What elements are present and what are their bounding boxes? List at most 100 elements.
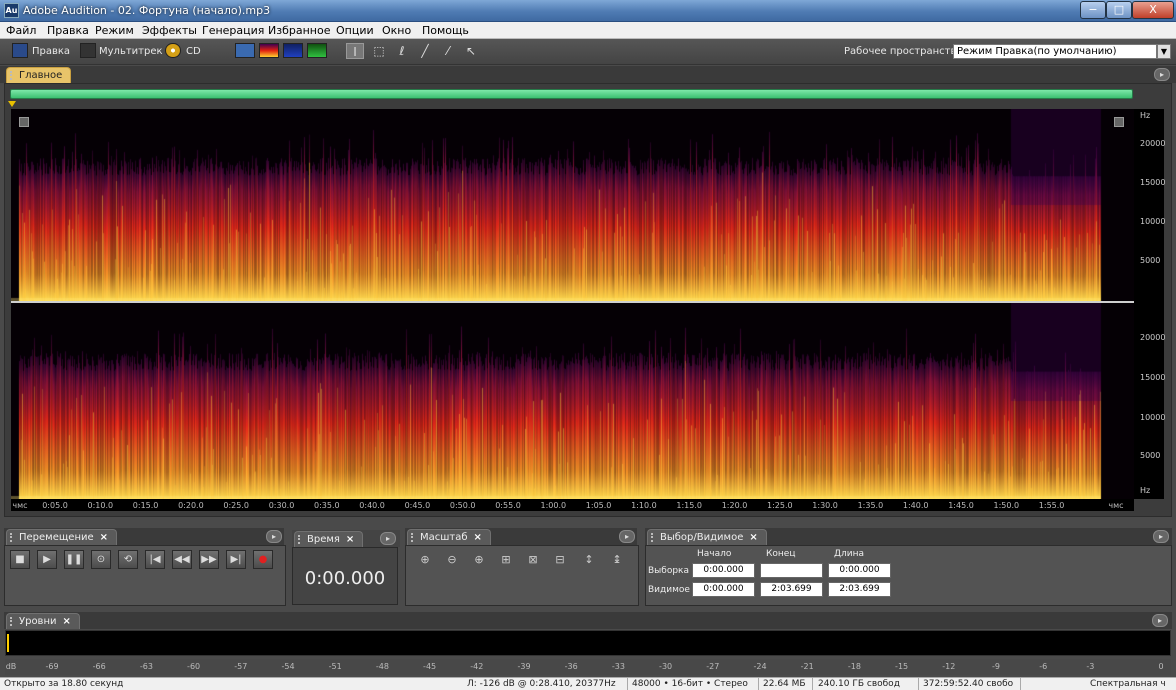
zoom-panel [405,545,639,606]
time-ruler[interactable]: чмс 0:05.0 0:10.0 0:15.0 0:20.0 0:25.0 0:30.0 0… [11,499,1134,511]
close-window-button[interactable]: X [1132,1,1174,19]
tab-main[interactable]: Главное [6,67,72,83]
tab-transport-label: Перемещение [19,532,94,543]
frequency-tick: 20000 [1140,139,1166,148]
edit-view-icon[interactable] [12,43,28,58]
spectral-display-left-channel[interactable] [11,109,1134,301]
tab-levels[interactable]: Уровни × [6,613,80,629]
close-icon[interactable]: × [100,532,108,543]
scrub-tool-icon[interactable]: ↖ [462,43,480,59]
fast-forward-button[interactable]: ▶▶ [199,550,219,569]
zoom-selection-icon[interactable]: ⊠ [524,552,542,568]
tab-time[interactable]: Время × [294,531,364,547]
channel-toggle-icon[interactable] [1114,117,1124,127]
main-panel-menu-icon[interactable]: ▸ [1154,68,1170,81]
close-icon[interactable]: × [346,534,354,545]
tab-transport[interactable]: Перемещение × [6,529,118,545]
frequency-tick: 15000 [1140,373,1166,382]
panel-menu-icon[interactable]: ▸ [1153,530,1169,543]
menu-generate[interactable]: Генерация [202,24,264,37]
selection-end-field[interactable] [760,563,823,578]
view-length-field[interactable]: 2:03.699 [828,582,891,597]
waveform-display-icon[interactable] [235,43,255,58]
play-to-end-button[interactable]: ⊙ [91,550,111,569]
frequency-tick: 5000 [1140,451,1161,460]
chevron-down-icon[interactable]: ▼ [1157,44,1171,59]
spectral-pan-display-icon[interactable] [283,43,303,58]
go-to-start-button[interactable]: |◀ [145,550,165,569]
zoom-in-frequency-icon[interactable]: ↕ [580,552,598,568]
edit-view-button[interactable]: Правка [32,46,70,57]
view-start-field[interactable]: 0:00.000 [692,582,755,597]
zoom-full-icon[interactable]: ⊞ [497,552,515,568]
level-tick: -45 [423,662,437,671]
menu-help[interactable]: Помощь [422,24,469,37]
stop-button[interactable]: ■ [10,550,30,569]
selection-start-field[interactable]: 0:00.000 [692,563,755,578]
close-icon[interactable]: × [749,532,757,543]
zoom-in-amplitude-icon[interactable]: ⊕ [416,552,434,568]
menu-view[interactable]: Режим [95,24,134,37]
spectral-frequency-display-icon[interactable] [259,43,279,58]
time-selection-tool-icon[interactable]: I [346,43,364,59]
menu-effects[interactable]: Эффекты [142,24,197,37]
pause-button[interactable]: ❚❚ [64,550,84,569]
time-tick: 1:25.0 [766,501,793,510]
menu-file[interactable]: Файл [6,24,36,37]
panel-menu-icon[interactable]: ▸ [266,530,282,543]
zoom-in-time-icon[interactable]: ⊕ [470,552,488,568]
rewind-button[interactable]: ◀◀ [172,550,192,569]
panel-menu-icon[interactable]: ▸ [619,530,635,543]
level-tick: -33 [611,662,625,671]
time-tick: 1:50.0 [993,501,1020,510]
spectrogram-canvas [11,303,1134,499]
zoom-out-full-icon[interactable]: ⊟ [551,552,569,568]
frequency-axis-unit: Hz [1140,111,1151,120]
time-tick: 1:20.0 [721,501,748,510]
selection-length-field[interactable]: 0:00.000 [828,563,891,578]
tab-selection-view[interactable]: Выбор/Видимое × [647,529,767,545]
close-icon[interactable]: × [474,532,482,543]
time-tick: 1:00.0 [540,501,567,510]
panel-menu-icon[interactable]: ▸ [1152,614,1168,627]
effects-paintbrush-tool-icon[interactable]: ╱ [416,43,434,59]
lasso-selection-tool-icon[interactable]: ℓ [393,43,411,59]
menu-edit[interactable]: Правка [47,24,89,37]
multitrack-view-icon[interactable] [80,43,96,58]
cd-view-icon[interactable] [165,43,181,58]
tab-zoom[interactable]: Масштаб × [407,529,491,545]
close-icon[interactable]: × [63,616,71,627]
panel-menu-icon[interactable]: ▸ [380,532,396,545]
minimize-button[interactable]: − [1080,1,1106,19]
time-display: 0:00.000 [292,547,398,605]
overview-scroll-bar[interactable] [10,89,1133,99]
zoom-out-amplitude-icon[interactable]: ⊖ [443,552,461,568]
marquee-selection-tool-icon[interactable]: ⬚ [370,43,388,59]
menu-window[interactable]: Окно [382,24,411,37]
view-end-field[interactable]: 2:03.699 [760,582,823,597]
play-button[interactable]: ▶ [37,550,57,569]
playhead-marker-icon[interactable] [8,101,16,107]
spectrogram-canvas [11,109,1134,301]
spectral-phase-display-icon[interactable] [307,43,327,58]
time-tick: 1:55.0 [1038,501,1065,510]
status-view-mode[interactable]: Спектральная ч [1090,679,1166,689]
level-tick: -9 [992,662,1000,671]
time-tick: 1:15.0 [676,501,702,510]
channel-toggle-icon[interactable] [19,117,29,127]
record-button[interactable]: ● [253,550,273,569]
spot-healing-brush-tool-icon[interactable]: ⁄ [439,43,457,59]
menu-favorites[interactable]: Избранное [268,24,330,37]
time-tick: 0:50.0 [449,501,476,510]
loop-button[interactable]: ⟲ [118,550,138,569]
spectral-display-right-channel[interactable] [11,303,1134,499]
menu-options[interactable]: Опции [336,24,374,37]
cd-view-button[interactable]: CD [186,46,201,57]
transport-tabbar: Перемещение × ▸ [4,528,284,545]
workspace-select[interactable]: Режим Правка(по умолчанию) [953,44,1157,59]
go-to-end-button[interactable]: ▶| [226,550,246,569]
zoom-out-frequency-icon[interactable]: ↨ [608,552,626,568]
status-free-space: 240.10 ГБ свобод [818,679,900,689]
multitrack-view-button[interactable]: Мультитрек [99,46,163,57]
maximize-button[interactable]: □ [1106,1,1132,19]
